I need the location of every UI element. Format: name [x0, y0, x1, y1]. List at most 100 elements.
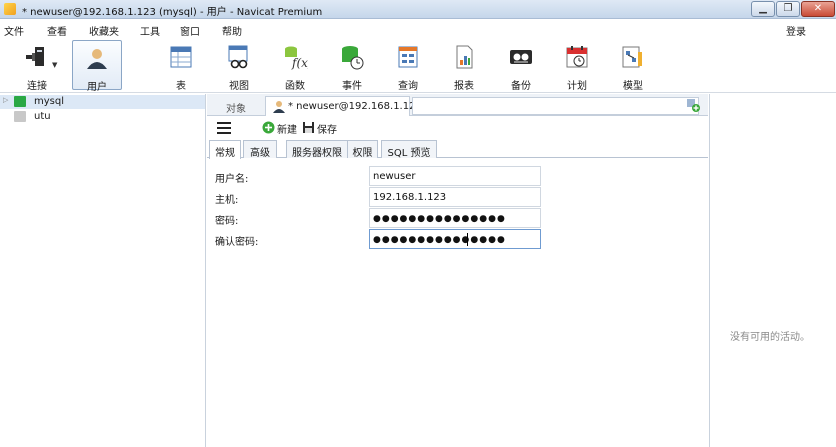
toolbar-table-button[interactable]: 表: [156, 40, 206, 92]
view-icon: [228, 45, 248, 69]
minimize-button[interactable]: ▁: [751, 1, 775, 17]
confirm-password-row: 确认密码:: [207, 229, 708, 249]
connection-icon: [14, 111, 26, 122]
tab-sql-preview-label: SQL 预览: [387, 148, 431, 159]
report-icon: [456, 45, 473, 69]
document-tab-strip: 对象 * newuser@192.168.1.123 (...: [207, 94, 708, 116]
confirm-password-input[interactable]: [373, 232, 537, 247]
activity-panel: 没有可用的活动。: [709, 94, 836, 447]
tab-empty-area: [412, 97, 699, 115]
function-icon: f(x): [285, 46, 308, 70]
event-icon: [342, 46, 364, 70]
model-icon: [622, 46, 642, 68]
tab-objects-label: 对象: [226, 104, 246, 115]
tab-server-privileges-label: 服务器权限: [292, 148, 342, 159]
no-activity-message: 没有可用的活动。: [730, 332, 810, 343]
close-button[interactable]: ✕: [801, 1, 835, 17]
save-icon: [303, 122, 314, 133]
toolbar-user-label: 用户: [87, 82, 107, 93]
toolbar-user-button[interactable]: 用户: [72, 40, 122, 93]
username-row: 用户名:: [207, 166, 708, 186]
toolbar-event-label: 事件: [342, 81, 362, 92]
toolbar-backup-label: 备份: [511, 81, 531, 92]
navicat-app-icon: [4, 3, 16, 15]
chevron-down-icon[interactable]: ▼: [52, 61, 57, 69]
toolbar-backup-button[interactable]: 备份: [496, 40, 546, 92]
connection-name: utu: [34, 111, 51, 122]
tab-advanced[interactable]: 高级: [243, 140, 277, 159]
add-icon: [262, 121, 275, 134]
connection-name: mysql: [34, 96, 64, 107]
close-icon: ✕: [813, 3, 823, 14]
minimize-icon: ▁: [759, 3, 767, 14]
tab-general-label: 常规: [215, 148, 235, 159]
save-button-label: 保存: [317, 125, 337, 136]
schedule-icon: [566, 46, 588, 68]
host-input[interactable]: [373, 190, 537, 205]
menu-window[interactable]: 窗口: [180, 23, 200, 38]
text-cursor: [467, 233, 468, 246]
menu-file[interactable]: 文件: [4, 23, 24, 38]
backup-icon: [510, 50, 532, 64]
toolbar-view-button[interactable]: 视图: [214, 40, 264, 92]
table-icon: [170, 46, 192, 68]
toolbar-schedule-label: 计划: [567, 81, 587, 92]
tab-general[interactable]: 常规: [209, 140, 241, 159]
toolbar-schedule-button[interactable]: 计划: [552, 40, 602, 92]
login-link[interactable]: 登录: [786, 23, 806, 38]
password-label: 密码:: [215, 216, 239, 227]
tab-privileges[interactable]: 权限: [347, 140, 378, 159]
tab-advanced-label: 高级: [250, 148, 270, 159]
toolbar-report-button[interactable]: 报表: [439, 40, 489, 92]
username-input[interactable]: [373, 169, 537, 184]
toolbar-query-button[interactable]: 查询: [383, 40, 433, 92]
menu-help[interactable]: 帮助: [222, 23, 242, 38]
menu-bar: 文件 查看 收藏夹 工具 窗口 帮助 登录: [0, 20, 836, 38]
new-button-label: 新建: [277, 125, 297, 136]
tree-item-mysql[interactable]: ▷ mysql: [0, 95, 205, 109]
menu-view[interactable]: 查看: [47, 23, 67, 38]
user-editor: 新建 保存 常规 高级 服务器权限 权限 SQL 预览 用户名: 主机: 密码:…: [207, 117, 708, 447]
menu-tools[interactable]: 工具: [140, 23, 160, 38]
tab-user-editor[interactable]: * newuser@192.168.1.123 (...: [265, 96, 438, 116]
host-label: 主机:: [215, 195, 239, 206]
tab-sql-preview[interactable]: SQL 预览: [381, 140, 437, 159]
toolbar-table-label: 表: [176, 81, 186, 92]
host-field[interactable]: [369, 187, 541, 207]
editor-subtabs: 常规 高级 服务器权限 权限 SQL 预览: [207, 140, 708, 159]
password-row: 密码:: [207, 208, 708, 228]
toolbar-event-button[interactable]: 事件: [327, 40, 377, 92]
tab-objects[interactable]: 对象: [207, 96, 265, 116]
tab-privileges-label: 权限: [352, 148, 373, 159]
expand-arrow-icon[interactable]: ▷: [3, 96, 8, 104]
user-icon: [87, 49, 107, 69]
window-title: * newuser@192.168.1.123 (mysql) - 用户 - N…: [22, 7, 323, 18]
password-field[interactable]: [369, 208, 541, 228]
username-field[interactable]: [369, 166, 541, 186]
menu-icon[interactable]: [217, 122, 231, 134]
maximize-icon: ❐: [783, 3, 793, 14]
query-icon: [398, 46, 418, 68]
mysql-connection-icon: [14, 96, 26, 107]
tab-server-privileges[interactable]: 服务器权限: [286, 140, 348, 159]
editor-toolbar: 新建 保存: [207, 117, 708, 139]
svg-text:f(x): f(x): [291, 56, 308, 70]
new-tab-icon[interactable]: [685, 97, 701, 113]
toolbar-model-button[interactable]: 模型: [608, 40, 658, 92]
toolbar-function-label: 函数: [285, 81, 305, 92]
tree-item-utu[interactable]: utu: [0, 110, 205, 124]
menu-favorites[interactable]: 收藏夹: [89, 23, 119, 38]
toolbar-function-button[interactable]: f(x) 函数: [270, 40, 320, 92]
toolbar-connection-button[interactable]: ▼ 连接: [12, 40, 62, 92]
maximize-button[interactable]: ❐: [776, 1, 800, 17]
password-input[interactable]: [373, 211, 537, 226]
connection-sidebar: ▷ mysql utu: [0, 94, 206, 447]
username-label: 用户名:: [215, 174, 249, 185]
toolbar-view-label: 视图: [229, 81, 249, 92]
toolbar-model-label: 模型: [623, 81, 643, 92]
confirm-password-label: 确认密码:: [215, 237, 259, 248]
confirm-password-field[interactable]: [369, 229, 541, 249]
toolbar-report-label: 报表: [454, 81, 474, 92]
toolbar-query-label: 查询: [398, 81, 418, 92]
user-icon: [273, 101, 285, 113]
